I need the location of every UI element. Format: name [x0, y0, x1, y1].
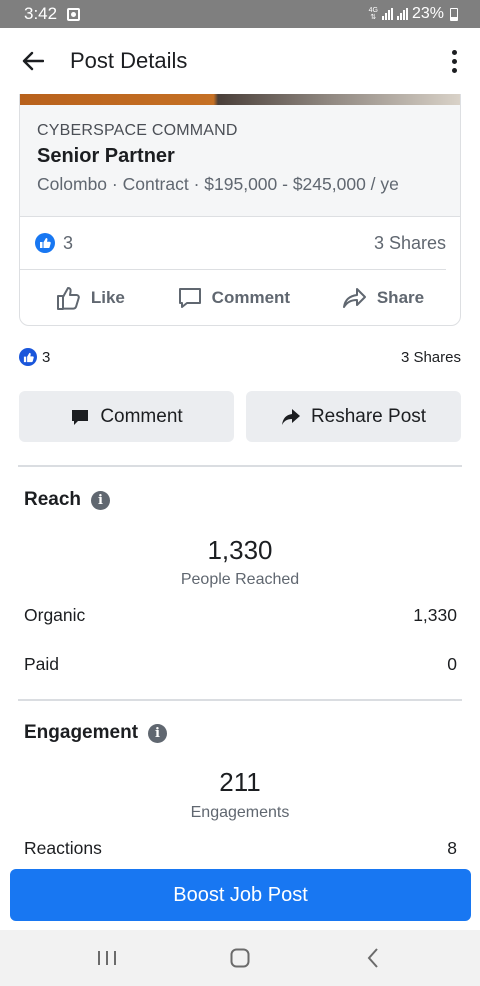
- status-left: 3:42: [24, 4, 81, 24]
- divider: [18, 699, 462, 701]
- signal-icon: [381, 8, 393, 20]
- system-nav-bar: [0, 930, 480, 986]
- job-info[interactable]: CYBERSPACE COMMAND Senior Partner Colomb…: [20, 105, 460, 217]
- post-share-count[interactable]: 3 Shares: [401, 349, 461, 366]
- post-like-count: 3: [42, 348, 51, 366]
- card-stats: 3 3 Shares: [20, 217, 446, 270]
- job-post-image: [20, 94, 460, 105]
- card-likes[interactable]: 3: [35, 233, 73, 254]
- comment-filled-icon: [72, 409, 89, 425]
- arrow-left-icon: [22, 51, 44, 71]
- post-stats-row: 3 3 Shares: [19, 348, 461, 366]
- metric-label: Organic: [24, 605, 86, 625]
- job-post-card[interactable]: CYBERSPACE COMMAND Senior Partner Colomb…: [19, 94, 461, 326]
- content-scroll[interactable]: CYBERSPACE COMMAND Senior Partner Colomb…: [0, 94, 480, 862]
- status-time: 3:42: [24, 4, 58, 23]
- notification-icon: [67, 7, 81, 21]
- home-icon: [230, 948, 250, 968]
- like-badge-icon: [19, 348, 37, 366]
- card-share-label: Share: [376, 288, 425, 307]
- card-comment-button[interactable]: Comment: [177, 285, 290, 311]
- recent-apps-icon: [97, 951, 116, 965]
- info-icon[interactable]: i: [148, 723, 168, 743]
- more-vertical-icon: [451, 49, 457, 55]
- reach-row-paid: Paid 0: [24, 654, 457, 675]
- card-comment-label: Comment: [211, 288, 291, 307]
- app-bar: Post Details: [0, 28, 480, 94]
- reach-row-organic: Organic 1,330: [24, 605, 457, 626]
- metric-label: Paid: [24, 654, 60, 674]
- like-badge-icon: [35, 233, 55, 253]
- share-icon: [342, 288, 366, 308]
- post-likes[interactable]: 3: [19, 348, 50, 366]
- network-type: 4G: [368, 7, 378, 14]
- metric-label: Reactions: [24, 838, 102, 858]
- status-bar: 3:42 4G ⇅ 23%: [0, 0, 480, 28]
- boost-job-post-button[interactable]: Boost Job Post: [10, 869, 471, 921]
- system-back-button[interactable]: [343, 938, 403, 978]
- recent-apps-button[interactable]: [77, 938, 137, 978]
- share-filled-icon: [281, 408, 300, 425]
- reshare-button-label: Reshare Post: [310, 405, 427, 427]
- post-action-buttons: Comment Reshare Post: [19, 391, 461, 442]
- card-actions: Like Comment Share: [20, 270, 460, 325]
- home-button[interactable]: [210, 938, 270, 978]
- network-type-icon: 4G ⇅: [368, 7, 378, 21]
- info-icon[interactable]: i: [91, 490, 111, 510]
- status-right: 4G ⇅ 23%: [369, 5, 458, 23]
- more-options-button[interactable]: [442, 46, 466, 76]
- battery-percent: 23%: [411, 5, 444, 22]
- engagement-row-reactions: Reactions 8: [24, 838, 457, 859]
- reach-section-title: Reach i: [24, 489, 111, 511]
- reach-total: 1,330: [207, 535, 273, 565]
- engagement-section-title: Engagement i: [24, 722, 168, 744]
- comment-button[interactable]: Comment: [19, 391, 234, 442]
- chevron-left-icon: [367, 948, 379, 968]
- battery-icon: [450, 7, 458, 21]
- card-share-count[interactable]: 3 Shares: [374, 233, 446, 254]
- card-like-label: Like: [90, 288, 125, 307]
- card-share-button[interactable]: Share: [342, 285, 424, 311]
- comment-icon: [178, 288, 201, 308]
- back-button[interactable]: [0, 28, 66, 94]
- reshare-post-button[interactable]: Reshare Post: [246, 391, 461, 442]
- job-title: Senior Partner: [37, 145, 175, 167]
- engagement-title: Engagement: [24, 722, 139, 743]
- page-title: Post Details: [70, 48, 188, 73]
- divider: [18, 465, 462, 467]
- reach-caption: People Reached: [180, 571, 300, 588]
- engagement-caption: Engagements: [190, 804, 290, 821]
- card-like-count: 3: [63, 232, 74, 253]
- comment-button-label: Comment: [100, 405, 183, 427]
- metric-value: 0: [447, 654, 457, 674]
- metric-value: 8: [447, 838, 457, 858]
- card-like-button[interactable]: Like: [56, 285, 125, 311]
- metric-value: 1,330: [413, 605, 457, 625]
- thumbs-up-icon: [56, 287, 80, 310]
- signal-icon-2: [396, 8, 408, 20]
- engagement-total: 211: [219, 767, 261, 797]
- job-meta: Colombo · Contract · $195,000 - $245,000…: [37, 174, 399, 194]
- job-company: CYBERSPACE COMMAND: [37, 122, 238, 139]
- reach-title: Reach: [24, 489, 82, 510]
